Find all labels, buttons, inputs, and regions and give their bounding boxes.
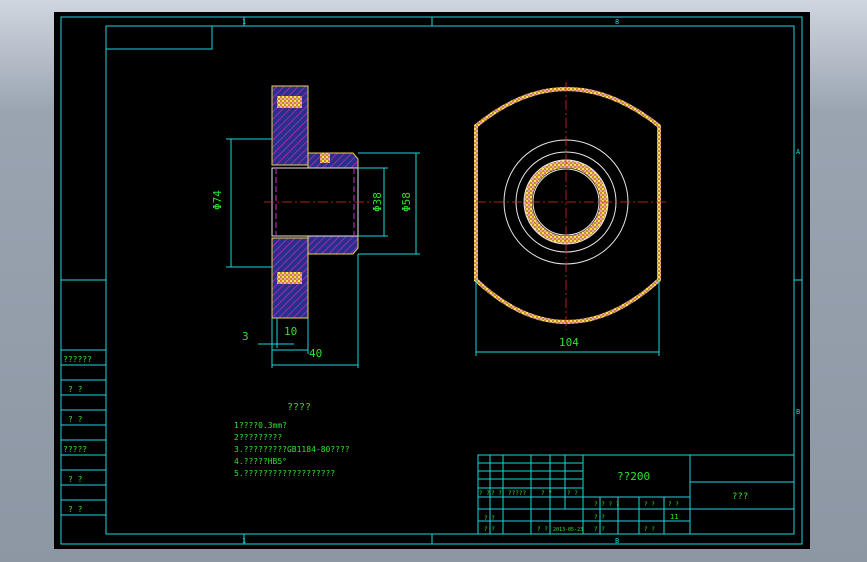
left-table-cell: ????? <box>63 445 87 454</box>
note-item: 4.?????HB5° <box>234 457 287 466</box>
title-lower-label: ? ? <box>594 514 605 521</box>
dimension-dia-bore: Φ38 <box>371 192 384 212</box>
zone-label: 8 <box>615 18 619 26</box>
title-block: ??200 ??? 11 ? ? ? ? ????? ? ? ? ? ? ? ?… <box>477 454 795 535</box>
front-view: 104 <box>474 82 666 356</box>
dimension-width-40: 40 <box>309 347 322 360</box>
zone-label: B <box>796 408 800 416</box>
note-item: 2????????? <box>234 433 282 442</box>
part-name: ??200 <box>617 470 650 483</box>
dimension-width-10: 10 <box>284 325 297 338</box>
zone-label: 1 <box>242 537 246 545</box>
company-name: ??? <box>732 492 748 502</box>
title-date: 2013-05-23 <box>553 527 583 533</box>
title-lower-label: ? ? <box>594 526 605 533</box>
title-lower-label: ? ? <box>644 526 655 533</box>
zone-label: A <box>796 148 801 156</box>
cad-drawing: 1 8 A B 1 B ?????? ? ? ? ? ????? ? ? ? ? <box>60 16 803 545</box>
left-table-cell: ? ? <box>68 415 83 424</box>
title-row-label: ? ? <box>567 490 578 497</box>
title-row-label: ? ? <box>491 490 502 497</box>
corner-mark <box>106 26 213 50</box>
title-row-label: ? ? <box>479 490 490 497</box>
left-table-cell: ? ? <box>68 505 83 514</box>
section-view: Φ74 Φ38 Φ58 3 10 40 <box>211 85 420 368</box>
dimension-width-3: 3 <box>242 330 249 343</box>
left-table-cell: ? ? <box>68 475 83 484</box>
title-lower-label: ? ? <box>537 526 548 533</box>
dimension-dia-outer: Φ74 <box>211 190 224 210</box>
inner-frame <box>105 25 795 535</box>
dimension-dia-hub: Φ58 <box>400 192 413 212</box>
technical-notes: ???? 1????0.3mm? 2????????? 3.?????????G… <box>234 402 350 478</box>
note-item: 5.??????????????????? <box>234 469 335 478</box>
sheet-number: 11 <box>670 513 678 521</box>
cad-drawing-viewport[interactable]: 1 8 A B 1 B ?????? ? ? ? ? ????? ? ? ? ? <box>54 12 810 549</box>
title-row-label: ? ? <box>541 490 552 497</box>
title-lower-label: ? ? <box>484 515 495 522</box>
outer-frame <box>60 16 803 545</box>
left-table-cell: ?????? <box>63 355 92 364</box>
title-lower-label: ? ? <box>484 526 495 533</box>
flange-outline <box>474 87 661 324</box>
title-row-label: ????? <box>508 490 526 497</box>
zone-label: B <box>615 537 619 545</box>
title-mid-label: ? ? <box>644 501 655 508</box>
dimension-width-104: 104 <box>559 336 579 349</box>
left-side-table: ?????? ? ? ? ? ????? ? ? ? ? <box>61 349 106 516</box>
zone-label: 1 <box>242 18 246 26</box>
note-item: 3.?????????GB1184-80???? <box>234 445 350 454</box>
left-table-cell: ? ? <box>68 385 83 394</box>
title-mid-label: ? ? ? ? <box>594 501 620 508</box>
notes-title: ???? <box>287 402 311 413</box>
note-item: 1????0.3mm? <box>234 421 287 430</box>
title-mid-label: ? ? <box>668 501 679 508</box>
